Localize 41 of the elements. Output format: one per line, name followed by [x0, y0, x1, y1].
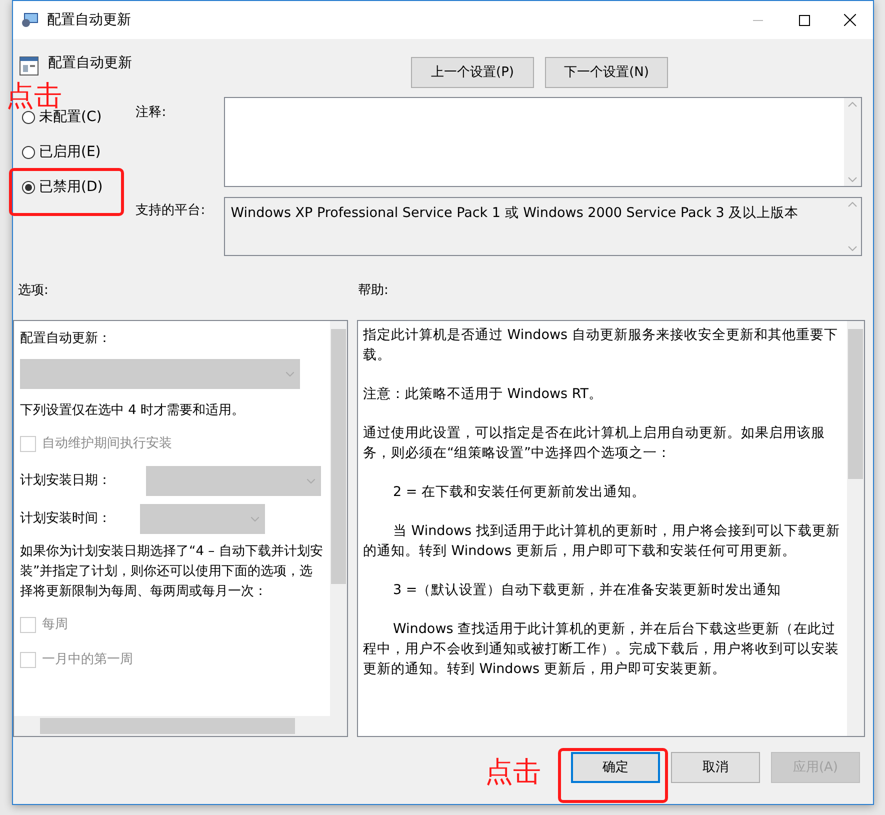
- scrollbar[interactable]: [330, 321, 347, 716]
- close-icon[interactable]: [844, 14, 856, 26]
- help-paragraph: Windows 查找适用于此计算机的更新，并在后台下载这些更新（在此过程中，用户不会收到通知或被打断工作）。完成下载后，用户将收到可以安装更新的通知。转到 Windows 更新后，用户即可安装更新。: [363, 620, 840, 679]
- option-text: 配置自动更新：: [20, 330, 112, 348]
- policy-title: 配置自动更新: [48, 54, 132, 73]
- window-title: 配置自动更新: [47, 10, 131, 30]
- help-paragraph: 当 Windows 找到适用于此计算机的更新时，用户将会接到可以下载更新的通知。转到 Windows 更新后，用户即可下载和安装任何可用更新。: [363, 522, 841, 561]
- chevron-down-icon: [286, 372, 294, 376]
- nav-button[interactable]: 上一个设置(P): [411, 57, 534, 88]
- field-label: 计划安装时间：: [20, 510, 112, 528]
- help-label: 帮助:: [358, 282, 388, 300]
- scroll-up-icon[interactable]: [848, 102, 857, 107]
- option-text: 下列设置仅在选中 4 时才需要和适用。: [20, 402, 246, 420]
- horizontal-scrollbar[interactable]: [14, 716, 347, 736]
- help-paragraph: 2 = 在下载和安装任何更新前发出通知。: [392, 483, 646, 502]
- radio-option[interactable]: 已启用(E): [22, 142, 133, 163]
- help-paragraph: 通过使用此设置，可以指定是否在此计算机上启用自动更新。如果启用该服务，则必须在“组策略设置”中选择四个选项之一：: [363, 424, 826, 463]
- platform-label: 支持的平台:: [134, 202, 206, 220]
- help-paragraph: 注意：此策略不适用于 Windows RT。: [363, 385, 604, 404]
- dialog-button[interactable]: 取消: [671, 752, 760, 783]
- scroll-up-icon[interactable]: [848, 202, 857, 207]
- scrollbar[interactable]: [847, 321, 864, 736]
- field-label: 计划安装日期：: [20, 472, 112, 490]
- app-icon: [21, 12, 39, 28]
- annotation-text: 点击: [485, 758, 541, 786]
- nav-button[interactable]: 下一个设置(N): [545, 57, 668, 88]
- help-paragraph: 3 =（默认设置）自动下载更新，并在准备安装更新时发出通知: [392, 581, 782, 600]
- dialog-button[interactable]: 确定: [571, 752, 660, 783]
- scroll-down-icon[interactable]: [848, 246, 857, 251]
- platform-text: Windows XP Professional Service Pack 1 或 Windows 2000 Service Pack 3 及以上版本: [230, 204, 800, 223]
- chevron-down-icon: [307, 478, 315, 484]
- comment-label: 注释:: [134, 104, 168, 122]
- help-paragraph: 指定此计算机是否通过 Windows 自动更新服务来接收安全更新和其他重要下载。: [363, 326, 839, 365]
- chevron-down-icon: [251, 516, 259, 522]
- radio-option[interactable]: 已禁用(D): [22, 177, 133, 198]
- option-text: 如果你为计划安装日期选择了“4 – 自动下载并计划安装”并指定了计划，则你还可以使用下面的选项，选择将更新限制为每周、每两周或每月一次：: [20, 543, 324, 601]
- options-label: 选项:: [17, 282, 50, 300]
- comment-field[interactable]: [224, 97, 862, 187]
- policy-icon: [19, 56, 39, 76]
- maximize-icon[interactable]: [798, 14, 810, 26]
- scroll-down-icon[interactable]: [848, 177, 857, 182]
